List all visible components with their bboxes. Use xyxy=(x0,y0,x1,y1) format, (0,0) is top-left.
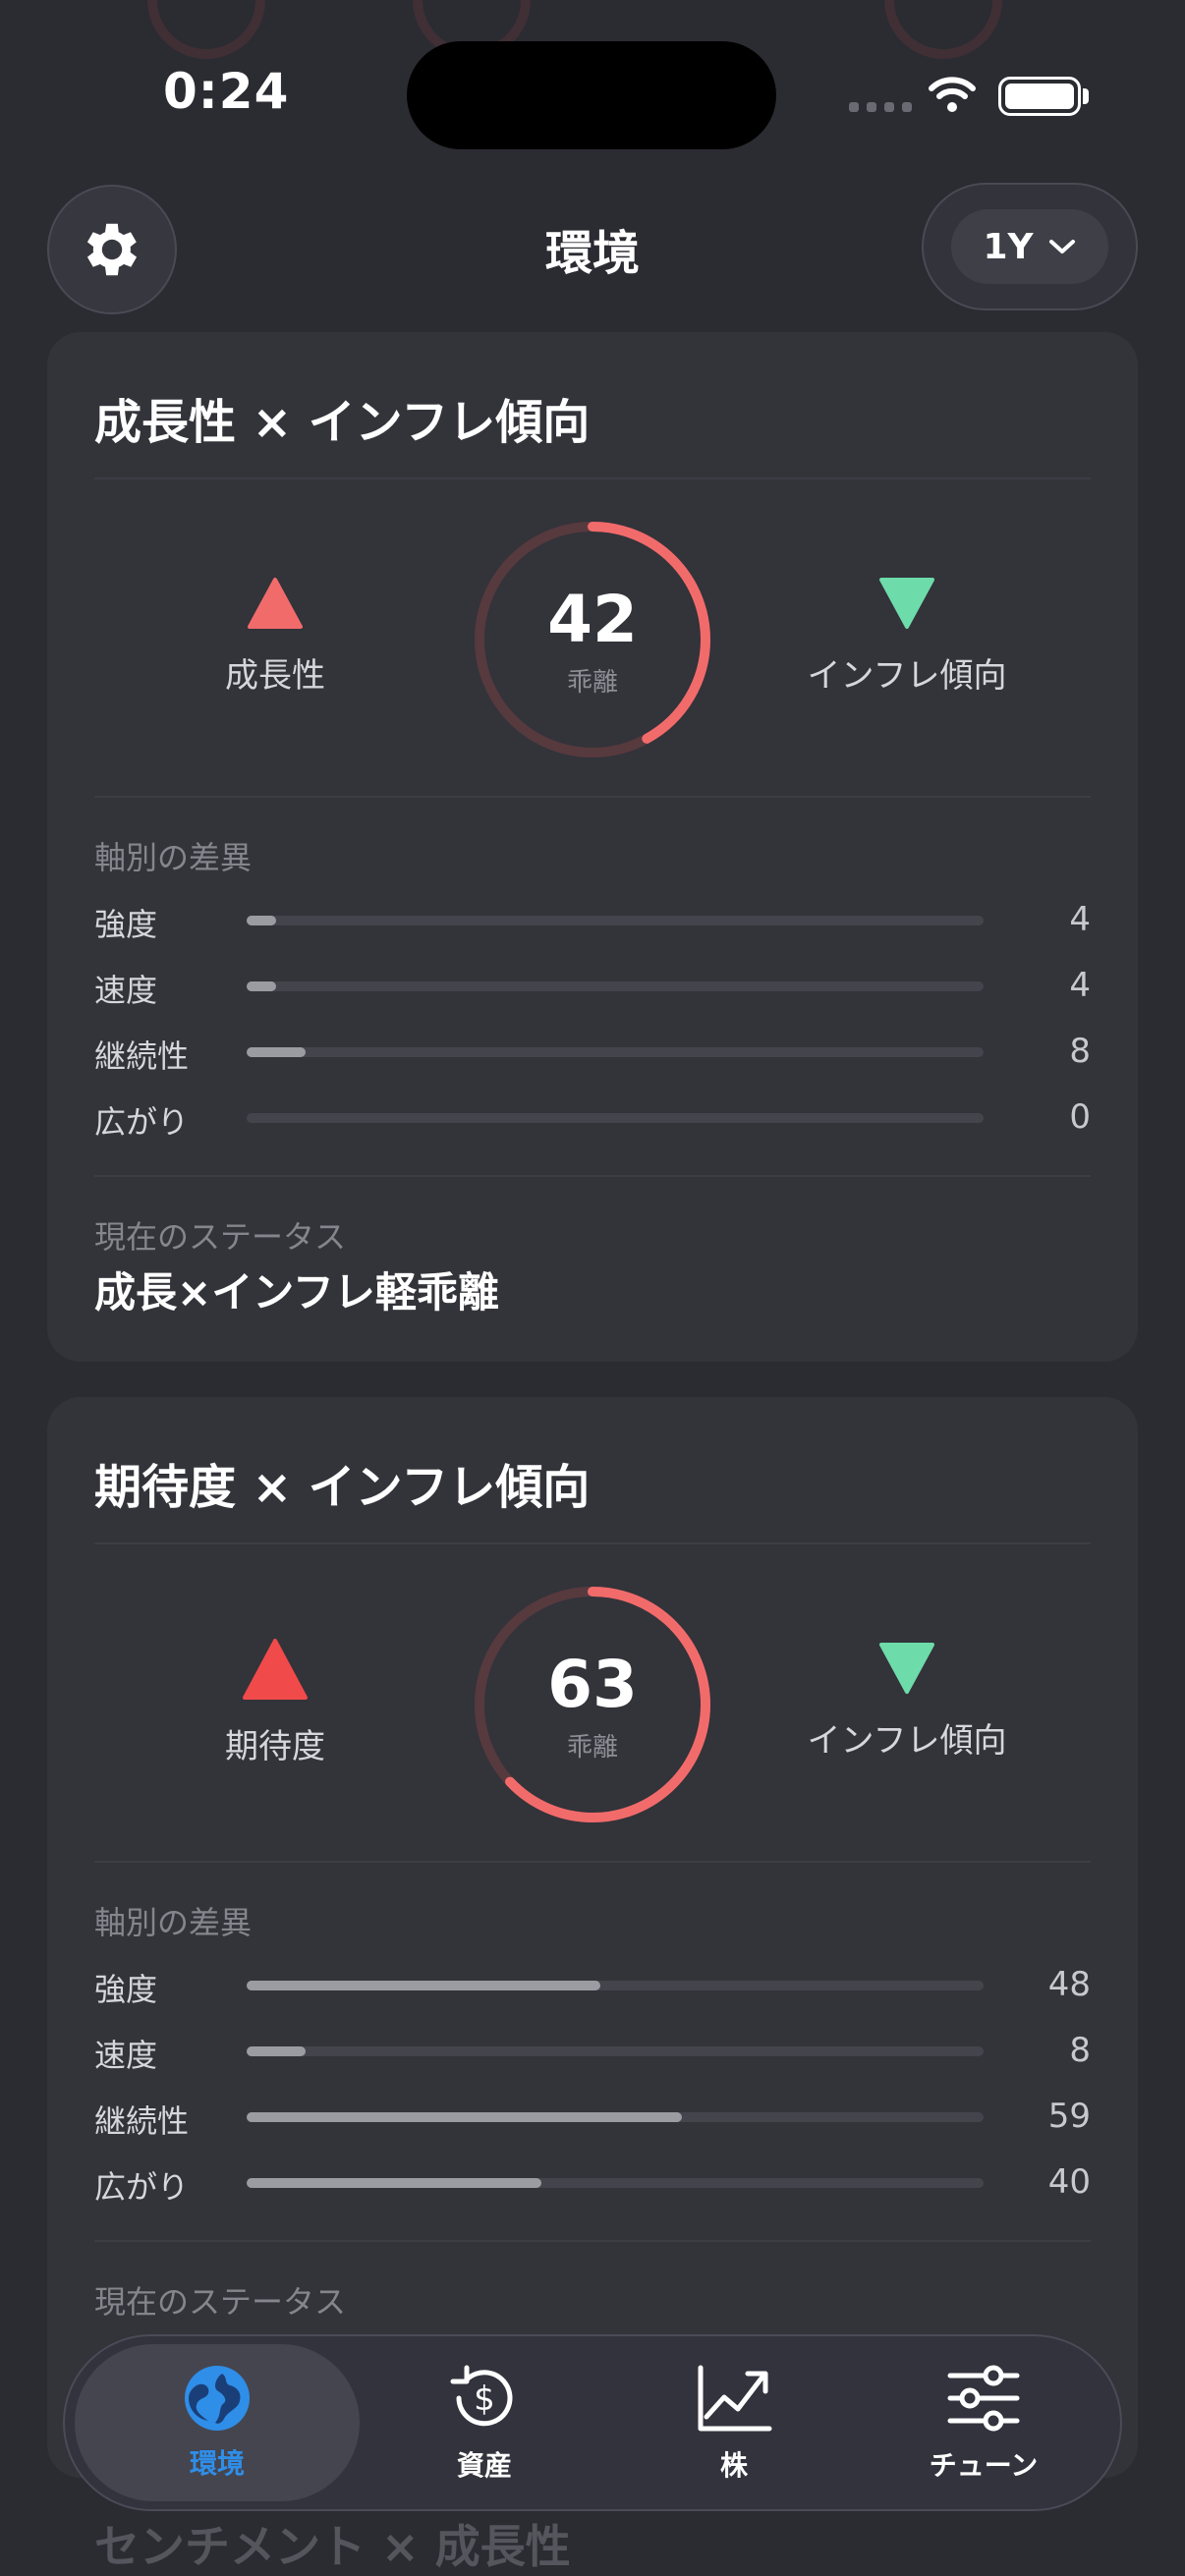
axis-row-label: 継続性 xyxy=(94,1037,190,1075)
status-label: 現在のステータス xyxy=(94,1218,347,1256)
battery-icon xyxy=(998,77,1081,116)
axis-bar-track xyxy=(247,2046,984,2056)
divergence-gauge: 42 乖離 xyxy=(470,517,715,762)
divider xyxy=(94,2240,1091,2242)
tab-bar: 環境 $ 資産 株 チューン xyxy=(63,2334,1122,2511)
axis-bar-fill xyxy=(247,1047,306,1057)
tab-label: 株 xyxy=(719,2449,748,2482)
divider xyxy=(94,796,1091,798)
axis-row-value: 8 xyxy=(1069,2031,1091,2070)
triangle-up-icon xyxy=(243,1639,308,1700)
time-range-label: 1Y xyxy=(983,226,1034,267)
section-label: 軸別の差異 xyxy=(94,1904,253,1941)
cellular-signal-icon xyxy=(849,102,912,112)
status-value: 成長×インフレ軽乖離 xyxy=(94,1268,499,1316)
axis-bar-track xyxy=(247,2112,984,2122)
status-time: 0:24 xyxy=(163,63,290,120)
axis-bar-fill xyxy=(247,916,276,925)
divergence-card: 期待度 × インフレ傾向 期待度 63 乖離 インフレ傾向 軸別の差異 強度 4… xyxy=(47,1397,1138,2478)
axis-row-value: 40 xyxy=(1047,2162,1091,2202)
card-title: 成長性 × インフレ傾向 xyxy=(94,395,591,450)
triangle-up-icon xyxy=(248,578,303,629)
divider xyxy=(94,1861,1091,1863)
axis-bar-fill xyxy=(247,981,276,991)
tab-stocks[interactable]: 株 xyxy=(609,2344,859,2501)
axis-row-value: 48 xyxy=(1047,1965,1091,2004)
wifi-icon xyxy=(929,77,976,112)
axis-row-value: 4 xyxy=(1069,900,1091,939)
left-indicator-label: 成長性 xyxy=(225,656,325,696)
time-range-selector[interactable]: 1Y xyxy=(922,183,1138,310)
axis-row-value: 8 xyxy=(1069,1032,1091,1071)
sliders-icon xyxy=(947,2365,1020,2432)
chevron-down-icon xyxy=(1048,240,1075,253)
axis-row-label: 継続性 xyxy=(94,2102,190,2140)
gauge-caption: 乖離 xyxy=(566,668,618,698)
gauge-caption: 乖離 xyxy=(566,1733,618,1763)
axis-bar-track xyxy=(247,1113,984,1123)
tab-label: チューン xyxy=(929,2449,1039,2482)
tab-assets[interactable]: $ 資産 xyxy=(360,2344,609,2501)
dynamic-island xyxy=(407,41,776,149)
tab-label: 資産 xyxy=(456,2449,512,2482)
triangle-down-icon xyxy=(879,1643,934,1694)
tab-tune[interactable]: チューン xyxy=(859,2344,1108,2501)
divergence-gauge: 63 乖離 xyxy=(470,1582,715,1827)
axis-row-value: 59 xyxy=(1047,2097,1091,2136)
right-indicator-label: インフレ傾向 xyxy=(807,656,1007,696)
right-indicator-label: インフレ傾向 xyxy=(807,1721,1007,1761)
triangle-down-icon xyxy=(879,578,934,629)
axis-row-label: 速度 xyxy=(94,972,158,1009)
left-indicator-label: 期待度 xyxy=(225,1727,325,1766)
axis-bar-fill xyxy=(247,2112,682,2122)
left-indicator: 期待度 xyxy=(128,1637,423,1767)
axis-row-value: 0 xyxy=(1069,1097,1091,1137)
section-label: 軸別の差異 xyxy=(94,839,253,876)
axis-bar-fill xyxy=(247,2046,306,2056)
svg-text:$: $ xyxy=(474,2380,495,2419)
axis-bar-fill xyxy=(247,1981,600,1990)
background-decoration xyxy=(884,0,1002,59)
axis-row-label: 広がり xyxy=(94,2168,190,2206)
globe-icon xyxy=(185,2366,250,2431)
divider xyxy=(94,477,1091,479)
status-label: 現在のステータス xyxy=(94,2283,347,2321)
axis-bar-track xyxy=(247,1047,984,1057)
tab-environment[interactable]: 環境 xyxy=(75,2344,360,2501)
battery-tip xyxy=(1083,88,1089,104)
divider xyxy=(94,1175,1091,1177)
axis-row-label: 速度 xyxy=(94,2037,158,2074)
axis-bar-track xyxy=(247,2178,984,2188)
axis-row-label: 強度 xyxy=(94,1971,158,2008)
card-title: 期待度 × インフレ傾向 xyxy=(94,1460,591,1515)
chart-up-icon xyxy=(698,2365,772,2432)
divider xyxy=(94,1542,1091,1544)
background-decoration xyxy=(147,0,265,59)
dollar-cycle-icon: $ xyxy=(450,2365,513,2427)
gauge-value: 42 xyxy=(547,582,638,657)
right-indicator: インフレ傾向 xyxy=(760,576,1054,697)
next-card-title: センチメント × 成長性 xyxy=(94,2520,571,2573)
axis-row-label: 強度 xyxy=(94,906,158,943)
tab-label: 環境 xyxy=(189,2447,245,2480)
gauge-value: 63 xyxy=(547,1647,638,1722)
divergence-card: 成長性 × インフレ傾向 成長性 42 乖離 インフレ傾向 軸別の差異 強度 4… xyxy=(47,332,1138,1362)
right-indicator: インフレ傾向 xyxy=(760,1641,1054,1762)
left-indicator: 成長性 xyxy=(128,576,423,697)
axis-bar-fill xyxy=(247,2178,541,2188)
axis-bar-track xyxy=(247,1981,984,1990)
axis-bar-track xyxy=(247,916,984,925)
axis-bar-track xyxy=(247,981,984,991)
axis-row-label: 広がり xyxy=(94,1103,190,1141)
axis-row-value: 4 xyxy=(1069,966,1091,1005)
